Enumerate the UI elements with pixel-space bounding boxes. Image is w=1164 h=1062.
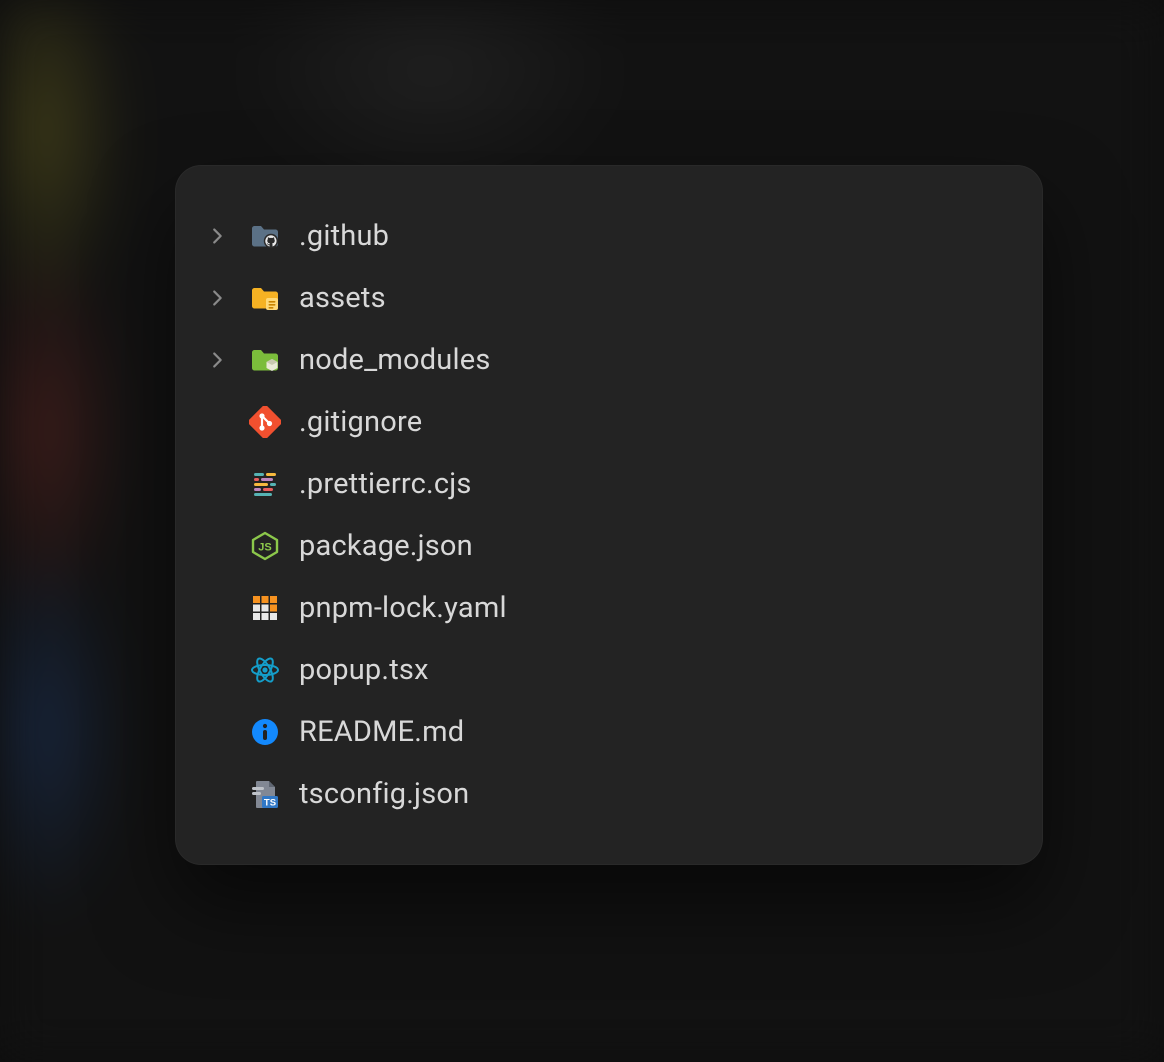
- tree-item-label: .prettierrc.cjs: [299, 467, 472, 501]
- pnpm-icon: [247, 590, 283, 626]
- tree-row-pnpm-lock[interactable]: pnpm-lock.yaml: [199, 577, 1009, 639]
- tree-row-popup-tsx[interactable]: popup.tsx: [199, 639, 1009, 701]
- svg-text:JS: JS: [258, 542, 271, 554]
- info-icon: [247, 714, 283, 750]
- chevron-right-icon[interactable]: [203, 346, 231, 374]
- tree-item-label: assets: [299, 281, 386, 315]
- file-explorer-panel: .github assets: [175, 165, 1043, 865]
- react-icon: [247, 652, 283, 688]
- prettier-icon: [247, 466, 283, 502]
- tree-item-label: tsconfig.json: [299, 777, 469, 811]
- svg-text:TS: TS: [264, 798, 276, 809]
- tree-item-label: node_modules: [299, 343, 490, 377]
- tree-row-package-json[interactable]: JS package.json: [199, 515, 1009, 577]
- folder-assets-icon: [247, 280, 283, 316]
- tree-item-label: .github: [299, 219, 389, 253]
- file-tree: .github assets: [199, 205, 1009, 825]
- chevron-right-icon[interactable]: [203, 222, 231, 250]
- tree-row-readme[interactable]: README.md: [199, 701, 1009, 763]
- tree-item-label: popup.tsx: [299, 653, 429, 687]
- tree-row-node-modules[interactable]: node_modules: [199, 329, 1009, 391]
- tree-item-label: .gitignore: [299, 405, 422, 439]
- tree-row-gitignore[interactable]: .gitignore: [199, 391, 1009, 453]
- folder-node-modules-icon: [247, 342, 283, 378]
- nodejs-icon: JS: [247, 528, 283, 564]
- tree-item-label: package.json: [299, 529, 473, 563]
- tree-item-label: pnpm-lock.yaml: [299, 591, 507, 625]
- tree-row-assets[interactable]: assets: [199, 267, 1009, 329]
- tree-row-prettierrc[interactable]: .prettierrc.cjs: [199, 453, 1009, 515]
- tsconfig-icon: TS: [247, 776, 283, 812]
- chevron-right-icon[interactable]: [203, 284, 231, 312]
- tree-row-tsconfig[interactable]: TS tsconfig.json: [199, 763, 1009, 825]
- git-icon: [247, 404, 283, 440]
- tree-row-github[interactable]: .github: [199, 205, 1009, 267]
- folder-github-icon: [247, 218, 283, 254]
- tree-item-label: README.md: [299, 715, 464, 749]
